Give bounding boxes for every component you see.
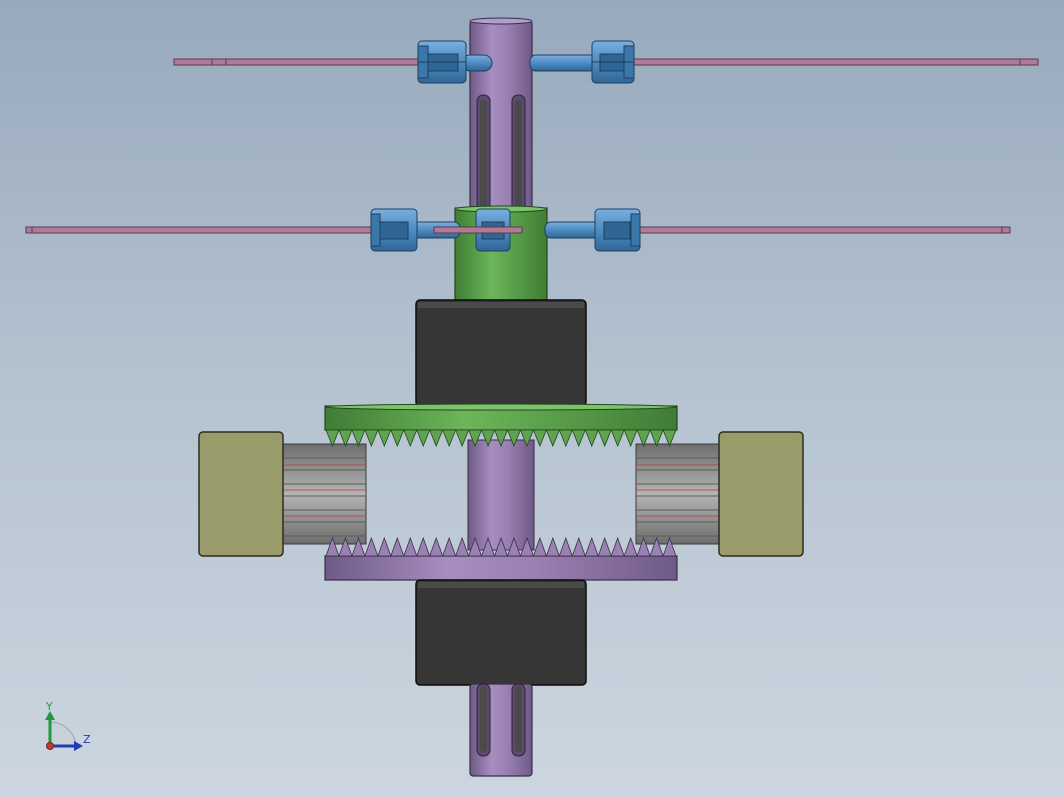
lower-left-clevis[interactable] [370,208,418,252]
gear-tooth [429,429,444,448]
lower-bevel-gear[interactable] [324,536,678,581]
gear-tooth [403,536,418,557]
triad-y-label: Y [46,700,53,713]
gear-tooth [416,536,431,557]
gear-tooth [571,429,586,448]
gear-tooth [416,429,431,448]
lower-blade-linkage[interactable] [370,208,641,252]
upper-motor-housing[interactable] [415,299,587,407]
lower-motor-housing[interactable] [415,579,587,686]
gear-tooth [390,536,405,557]
gear-tooth [532,536,547,557]
gear-tooth [390,429,405,448]
gear-tooth [377,536,392,557]
upper-right-clevis[interactable] [591,40,635,84]
left-side-drive[interactable] [198,431,367,557]
gear-tooth [455,536,470,557]
gear-tooth [403,429,418,448]
assembly-drawing[interactable] [0,0,1064,798]
gear-tooth [584,429,599,448]
main-shaft-lower[interactable] [469,683,533,777]
gear-tooth [558,536,573,557]
gear-tooth [584,536,599,557]
lower-left-blade[interactable] [25,226,393,234]
gear-tooth [623,536,638,557]
gear-tooth [532,429,547,448]
gear-tooth [364,429,379,448]
triad-origin [46,742,54,750]
upper-bevel-gear[interactable] [324,403,678,448]
gear-tooth [455,429,470,448]
gear-tooth [623,429,638,448]
right-motor-block[interactable] [718,431,804,557]
main-shaft-middle[interactable] [467,439,535,551]
gear-tooth [558,429,573,448]
gear-tooth [545,536,560,557]
gear-tooth [571,536,586,557]
gear-tooth [610,429,625,448]
left-pinion[interactable] [281,443,367,545]
gear-tooth [545,429,560,448]
gear-tooth [610,536,625,557]
upper-right-blade[interactable] [602,58,1039,66]
gear-tooth [597,429,612,448]
triad-z-label: Z [83,733,91,746]
gear-tooth [442,429,457,448]
gear-tooth [364,536,379,557]
lower-right-blade[interactable] [617,226,1011,234]
right-pinion[interactable] [635,443,721,545]
lower-right-clevis[interactable] [594,208,641,252]
axis-triad [45,711,83,751]
gear-tooth [429,536,444,557]
right-side-drive[interactable] [635,431,804,557]
cad-viewport[interactable]: Y Z [0,0,1064,798]
upper-left-blade[interactable] [173,58,461,66]
main-shaft-upper[interactable] [469,17,533,221]
gear-tooth [377,429,392,448]
gear-tooth [597,536,612,557]
left-motor-block[interactable] [198,431,284,557]
center-blade-stub [433,226,523,234]
gear-tooth [442,536,457,557]
upper-left-clevis[interactable] [417,40,467,84]
